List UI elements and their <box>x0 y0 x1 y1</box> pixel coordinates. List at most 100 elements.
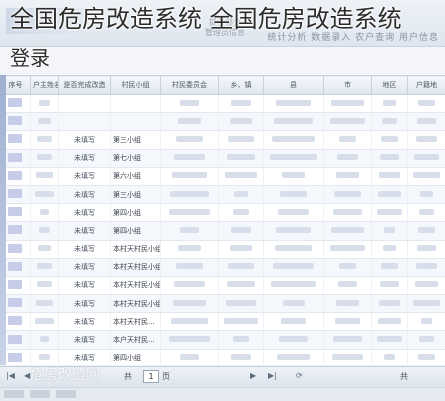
redacted-cell <box>264 331 324 349</box>
redacted-cell <box>161 276 219 294</box>
group-cell: 本村天村民小组 <box>111 276 161 294</box>
table-row[interactable]: 未填写第四小组 <box>1 204 445 222</box>
redacted-cell <box>219 204 264 222</box>
redacted-cell <box>408 113 445 131</box>
table-row[interactable]: 未填写第六小组 <box>1 167 445 185</box>
column-header[interactable]: 市 <box>324 76 372 95</box>
table-row[interactable]: 未填写第四小组 <box>1 349 445 365</box>
column-header[interactable]: 乡、镇 <box>219 76 264 95</box>
column-header[interactable]: 地区 <box>372 76 408 95</box>
table-row[interactable] <box>1 95 445 113</box>
redacted-cell <box>324 276 372 294</box>
table-row[interactable]: 未填写第四小组 <box>1 222 445 240</box>
redacted-cell <box>161 113 219 131</box>
redacted-cell <box>219 295 264 313</box>
refresh-icon[interactable]: ⟳ <box>296 371 303 380</box>
status-cell: 未填写 <box>59 295 111 313</box>
redacted-cell <box>324 349 372 365</box>
group-cell: 第六小组 <box>111 167 161 185</box>
redacted-cell <box>264 113 324 131</box>
table-row[interactable]: 未填写第三小组 <box>1 185 445 203</box>
pager-page-label: 页 <box>162 371 170 382</box>
redacted-cell <box>31 131 59 149</box>
table-row[interactable]: 未填写本村天村民小组 <box>1 240 445 258</box>
redacted-cell <box>161 240 219 258</box>
redacted-cell <box>372 185 408 203</box>
redacted-cell <box>264 295 324 313</box>
table-row[interactable]: 未填写本村天村民... <box>1 313 445 331</box>
redacted-cell <box>161 167 219 185</box>
redacted-cell <box>161 258 219 276</box>
table-row[interactable]: 未填写第七小组 <box>1 149 445 167</box>
redacted-cell <box>264 240 324 258</box>
redacted-cell <box>408 331 445 349</box>
redacted-cell <box>372 131 408 149</box>
status-cell: 未填写 <box>59 222 111 240</box>
redacted-cell <box>219 167 264 185</box>
table-row[interactable]: 未填写本村天村民小组 <box>1 295 445 313</box>
table-row[interactable]: 未填写本村天村民小组 <box>1 258 445 276</box>
redacted-cell <box>372 349 408 365</box>
redacted-cell <box>324 167 372 185</box>
column-header[interactable]: 户主姓名 <box>31 76 59 95</box>
redacted-cell <box>264 204 324 222</box>
redacted-cell <box>408 131 445 149</box>
status-cell <box>59 113 111 131</box>
redacted-cell <box>372 113 408 131</box>
first-page-icon[interactable]: |◀ <box>6 371 15 380</box>
redacted-cell <box>372 295 408 313</box>
column-header[interactable]: 村民小组 <box>111 76 161 95</box>
table-row[interactable]: 未填写本户天村民... <box>1 331 445 349</box>
group-cell: 第七小组 <box>111 149 161 167</box>
redacted-cell <box>408 204 445 222</box>
redacted-cell <box>31 331 59 349</box>
column-header[interactable]: 县 <box>264 76 324 95</box>
redacted-cell <box>408 185 445 203</box>
redacted-cell <box>372 258 408 276</box>
column-header[interactable]: 户籍地 <box>408 76 445 95</box>
group-cell: 第三小组 <box>111 185 161 203</box>
redacted-cell <box>264 258 324 276</box>
redacted-cell <box>372 240 408 258</box>
redacted-cell <box>161 95 219 113</box>
redacted-cell <box>31 167 59 185</box>
redacted-cell <box>219 222 264 240</box>
redacted-cell <box>161 149 219 167</box>
status-cell: 未填写 <box>59 185 111 203</box>
redacted-cell <box>219 131 264 149</box>
status-cell: 未填写 <box>59 149 111 167</box>
redacted-cell <box>161 185 219 203</box>
group-cell: 第四小组 <box>111 222 161 240</box>
redacted-cell <box>372 204 408 222</box>
redacted-cell <box>31 240 59 258</box>
redacted-cell <box>408 276 445 294</box>
grid-body: 未填写第三小组未填写第七小组未填写第六小组未填写第三小组未填写第四小组未填写第四… <box>1 95 445 366</box>
redacted-cell <box>324 222 372 240</box>
redacted-cell <box>161 331 219 349</box>
redacted-cell <box>264 276 324 294</box>
redacted-cell <box>264 131 324 149</box>
group-cell: 本村天村民小组 <box>111 240 161 258</box>
column-header[interactable]: 是否完成改造 <box>59 76 111 95</box>
redacted-cell <box>31 313 59 331</box>
redacted-cell <box>324 331 372 349</box>
status-item <box>56 390 76 398</box>
table-row[interactable] <box>1 113 445 131</box>
redacted-cell <box>161 349 219 365</box>
group-cell: 第四小组 <box>111 204 161 222</box>
table-row[interactable]: 未填写第三小组 <box>1 131 445 149</box>
last-page-icon[interactable]: ▶| <box>268 371 277 380</box>
redacted-cell <box>219 113 264 131</box>
redacted-cell <box>31 204 59 222</box>
row-selector-strip <box>0 75 6 365</box>
next-page-icon[interactable]: ▶ <box>250 371 256 380</box>
redacted-cell <box>408 95 445 113</box>
redacted-cell <box>324 149 372 167</box>
redacted-cell <box>219 331 264 349</box>
table-row[interactable]: 未填写本村天村民小组 <box>1 276 445 294</box>
redacted-cell <box>408 349 445 365</box>
column-header[interactable]: 村民委员会 <box>161 76 219 95</box>
redacted-cell <box>408 258 445 276</box>
redacted-cell <box>264 185 324 203</box>
page-number-input[interactable]: 1 <box>143 370 159 383</box>
